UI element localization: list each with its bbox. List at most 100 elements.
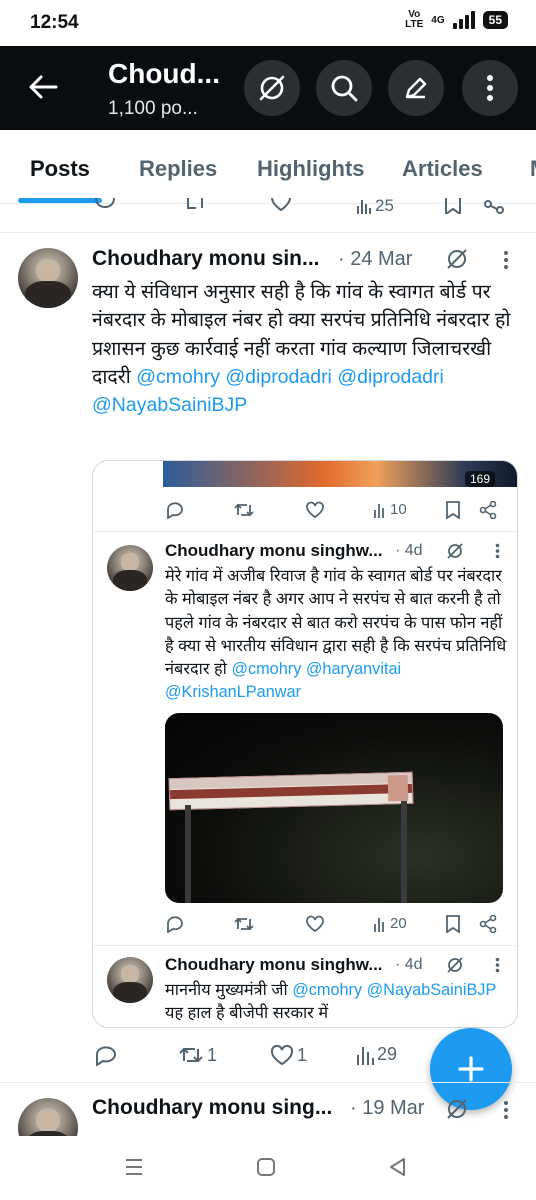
home-icon[interactable] [256,1157,276,1177]
grok-icon[interactable] [444,246,470,272]
tab-articles[interactable]: Articles [402,156,483,182]
system-nav-bar [0,1136,536,1200]
back-button[interactable] [16,60,70,114]
views-count: 20 [390,915,407,932]
reply-icon [96,1046,116,1066]
share-button[interactable] [479,915,497,933]
more-options-button[interactable] [462,60,518,116]
compose-button[interactable] [430,1028,512,1110]
repost-button[interactable] [233,915,255,933]
tweet-author-name[interactable]: Choudhary monu sing... [92,1096,332,1120]
share-icon [479,915,497,933]
bookmark-icon [445,198,461,214]
avatar[interactable] [107,545,153,591]
tweet-date[interactable]: · 19 Mar [350,1097,424,1120]
prev-like-button[interactable] [270,198,292,212]
more-vertical-icon[interactable] [503,1100,509,1120]
tweet-author-name[interactable]: Choudhary monu sin... [92,247,320,271]
mention-link[interactable]: @cmohry [292,981,362,999]
reply-date[interactable]: · 4d [395,956,423,974]
network-type: 4G [431,14,445,26]
back-nav-icon[interactable] [388,1157,406,1177]
reply-author-name[interactable]: Choudhary monu singhw... [165,541,383,561]
more-vertical-icon[interactable] [495,543,500,559]
prev-views[interactable]: 25 [356,196,394,216]
header-post-count: 1,100 po... [108,98,198,119]
prev-share-button[interactable] [484,198,504,214]
grok-button[interactable] [244,60,300,116]
repost-icon [234,917,254,931]
reply-button[interactable] [165,501,185,519]
quoted-thread-card[interactable]: 169 10 Choudhary monu singhw... · 4d मेर… [92,460,518,1028]
mention-link[interactable]: @cmohry [136,366,220,388]
profile-header: Choud... 1,100 po... [0,46,536,130]
recent-apps-icon[interactable] [124,1158,144,1176]
heart-icon [271,198,291,212]
mention-link[interactable]: @KrishanLPanwar [165,683,301,701]
views-count: 29 [377,1044,398,1064]
views-icon [374,917,384,932]
views-button[interactable]: 29 [356,1044,397,1065]
like-button[interactable] [305,501,325,519]
tweet-date[interactable]: · 24 Mar [338,248,412,271]
like-button[interactable] [305,915,325,933]
like-count: 1 [297,1044,308,1065]
mention-link[interactable]: @diprodadri [337,366,444,388]
mention-link[interactable]: @NayabSainiBJP [92,394,247,416]
bookmark-icon [446,501,460,519]
reply-icon [95,198,115,209]
profile-tabs: Posts Replies Highlights Articles M [0,130,536,204]
heart-icon [306,915,324,933]
reply-text: माननीय मुख्यमंत्री जी @cmohry @NayabSain… [165,979,511,1026]
volte-indicator: Vo LTE [405,9,424,30]
more-vertical-icon[interactable] [495,957,500,973]
grok-icon[interactable] [444,1096,470,1122]
heart-icon [306,501,324,519]
share-button[interactable] [479,501,497,519]
active-tab-indicator [18,198,102,203]
tab-media[interactable]: M [530,156,536,182]
repost-button[interactable]: 1 [178,1044,217,1066]
views-icon [374,503,384,518]
edit-button[interactable] [388,60,444,116]
prev-repost-button[interactable] [184,198,206,212]
tab-highlights[interactable]: Highlights [257,156,365,182]
heart-icon [270,1044,294,1066]
more-vertical-icon[interactable] [503,250,509,270]
grok-icon[interactable] [445,955,465,975]
views-button[interactable]: 10 [373,501,407,518]
avatar[interactable] [107,957,153,1003]
like-button[interactable]: 1 [270,1044,307,1066]
grok-icon [259,75,285,101]
mention-link[interactable]: @haryanvitai [306,660,401,678]
avatar[interactable] [18,248,78,308]
views-count: 10 [390,501,407,518]
bookmark-button[interactable] [445,501,461,519]
mention-link[interactable]: @NayabSainiBJP [367,981,496,999]
repost-button[interactable] [233,501,255,519]
grok-icon[interactable] [445,541,465,561]
repost-icon [179,1047,203,1063]
status-icons: Vo LTE 4G 55 [405,10,508,30]
views-button[interactable]: 20 [373,915,407,932]
reply-body: माननीय मुख्यमंत्री जी [165,981,288,999]
mention-link[interactable]: @diprodadri [225,366,332,388]
reply-button[interactable] [165,915,185,933]
reply-author-name[interactable]: Choudhary monu singhw... [165,955,383,975]
mention-link[interactable]: @cmohry [231,660,301,678]
prev-reply-button[interactable] [94,198,116,212]
reply-button[interactable] [94,1044,118,1066]
plus-icon [458,1056,484,1082]
prev-bookmark-button[interactable] [444,198,462,214]
divider [93,531,517,532]
tweet-text: क्या ये संविधान अनुसार सही है कि गांव के… [92,278,522,419]
status-bar: 12:54 Vo LTE 4G 55 [0,0,536,46]
media-image[interactable] [165,713,503,903]
views-icon [357,200,371,214]
search-button[interactable] [316,60,372,116]
tab-replies[interactable]: Replies [139,156,217,182]
bookmark-icon [446,915,460,933]
tab-posts[interactable]: Posts [30,156,90,182]
bookmark-button[interactable] [445,915,461,933]
reply-date[interactable]: · 4d [395,542,423,560]
